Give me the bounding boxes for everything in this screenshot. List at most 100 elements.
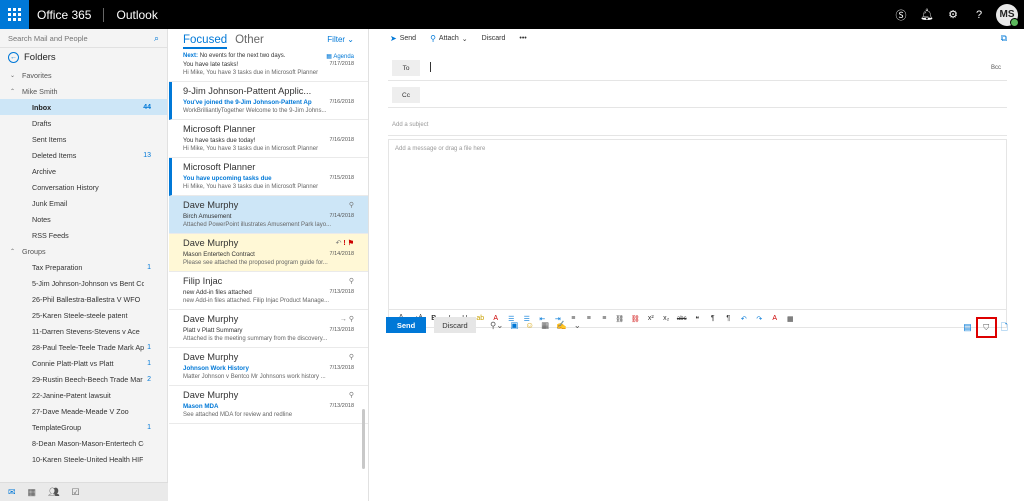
folder-item[interactable]: Notes bbox=[0, 211, 167, 227]
message-preview: Hi Mike, You have 3 tasks due in Microso… bbox=[183, 146, 319, 152]
scrollbar[interactable] bbox=[362, 409, 365, 469]
message-date: 7/17/2018 bbox=[329, 61, 354, 67]
folder-item[interactable]: RSS Feeds bbox=[0, 227, 167, 243]
agenda-next-label: Next: bbox=[183, 53, 199, 59]
discard-button[interactable]: Discard bbox=[434, 317, 476, 333]
attach-toolbar-button[interactable]: ⚲ Attach ⌄ bbox=[430, 34, 468, 43]
emoji-icon[interactable]: ☺ bbox=[525, 320, 534, 331]
message-item[interactable]: Microsoft Planner You have tasks due toda… bbox=[169, 120, 368, 158]
group-item[interactable]: 28-Paul Teele-Teele Trade Mark Ap 1 bbox=[0, 339, 167, 355]
gear-icon[interactable]: ⚙ bbox=[940, 8, 966, 21]
document-icon[interactable]: 🗋︎ bbox=[1001, 320, 1008, 336]
folder-item[interactable]: Sent Items bbox=[0, 131, 167, 147]
app-launcher-icon[interactable] bbox=[0, 0, 29, 29]
folder-item[interactable]: Conversation History bbox=[0, 179, 167, 195]
group-label: TemplateGroup bbox=[32, 422, 82, 432]
message-item[interactable]: Dave Murphy Johnson Work History 7/13/2018… bbox=[169, 348, 368, 386]
message-item[interactable]: Dave Murphy Mason Entertech Contract 7/14/… bbox=[169, 234, 368, 272]
group-item[interactable]: 10-Karen Steele-United Health HIF bbox=[0, 451, 167, 467]
message-item[interactable]: Microsoft Planner You have upcoming tasks… bbox=[169, 158, 368, 196]
send-toolbar-button[interactable]: ➤ Send bbox=[390, 34, 416, 43]
folder-item[interactable]: Drafts bbox=[0, 115, 167, 131]
message-subject: Platt v Platt Summary 7/13/2018 bbox=[183, 326, 354, 335]
group-item[interactable]: 8-Dean Mason-Mason-Entertech Contrac bbox=[0, 435, 167, 451]
message-item[interactable]: 9-Jim Johnson-Pattent Applic... You've jo… bbox=[169, 82, 368, 120]
send-button[interactable]: Send bbox=[386, 317, 426, 333]
attach-icon[interactable]: ⚲⌄ bbox=[490, 320, 503, 331]
group-item[interactable]: 29-Rustin Beech-Beech Trade Mar 2 bbox=[0, 371, 167, 387]
message-date: 7/13/2018 bbox=[329, 403, 354, 409]
tab-other[interactable]: Other bbox=[235, 34, 264, 49]
skype-icon[interactable]: Ⓢ bbox=[888, 7, 914, 23]
search-box[interactable]: ⌕ bbox=[0, 29, 167, 48]
group-label: 5-Jim Johnson-Johnson vs Bent Co bbox=[32, 278, 144, 288]
group-item[interactable]: Connie Platt-Platt vs Platt 1 bbox=[0, 355, 167, 371]
picture-icon[interactable]: ▣ bbox=[510, 320, 518, 331]
message-item[interactable]: You have late tasks! 7/17/2018 Hi Mike, Yo… bbox=[169, 60, 368, 82]
message-item[interactable]: Dave Murphy Mason MDA 7/13/2018 See attache… bbox=[169, 386, 368, 424]
people-icon[interactable]: 👥︎ bbox=[48, 487, 59, 498]
folder-item[interactable]: Archive bbox=[0, 163, 167, 179]
group-item[interactable]: 25-Karen Steele-steele patent bbox=[0, 307, 167, 323]
brand-label[interactable]: Office 365 bbox=[37, 7, 105, 22]
message-item[interactable]: Dave Murphy Birch Amusement 7/14/2018 Attac… bbox=[169, 196, 368, 234]
mail-icon[interactable]: ✉ bbox=[8, 487, 16, 498]
paperclip-icon: ⚲ bbox=[348, 354, 354, 361]
bcc-button[interactable]: Bcc bbox=[991, 65, 1001, 71]
search-icon[interactable]: ⌕ bbox=[154, 33, 159, 44]
agenda-peek[interactable]: Next: No events for the next two days. ▦… bbox=[169, 49, 368, 60]
popout-icon[interactable]: ⧉ bbox=[1001, 33, 1007, 44]
group-item[interactable]: Tax Preparation 1 bbox=[0, 259, 167, 275]
message-subject: new Add-in files attached 7/13/2018 bbox=[183, 288, 354, 297]
groups-toggle[interactable]: ⌃ Groups bbox=[0, 243, 167, 259]
message-body[interactable]: Add a message or drag a file here bbox=[388, 139, 1007, 310]
message-item[interactable]: Dave Murphy Platt v Platt Summary 7/13/201… bbox=[169, 310, 368, 348]
inbox-pivot: Focused Other Filter ⌄ bbox=[169, 29, 368, 49]
subject-text: Mason Entertech Contract bbox=[183, 251, 255, 258]
group-item[interactable]: 22-Janine-Patent lawsuit bbox=[0, 387, 167, 403]
chevron-down-icon: ⌄ bbox=[461, 35, 468, 43]
group-label: 25-Karen Steele-steele patent bbox=[32, 310, 128, 320]
folders-label: Folders bbox=[24, 52, 56, 63]
add-in-icon[interactable]: ▤ bbox=[963, 322, 972, 333]
shield-icon[interactable]: ⛉ bbox=[975, 317, 997, 338]
tasks-icon[interactable]: ☑ bbox=[72, 487, 80, 498]
group-item[interactable]: 26-Phil Ballestra-Ballestra V WFO bbox=[0, 291, 167, 307]
message-item[interactable]: Filip Injac new Add-in files attached 7/13… bbox=[169, 272, 368, 310]
account-label: Mike Smith bbox=[22, 86, 58, 96]
group-item[interactable]: TemplateGroup 1 bbox=[0, 419, 167, 435]
message-subject: Mason Entertech Contract 7/14/2018 bbox=[183, 250, 354, 259]
to-button[interactable]: To bbox=[392, 60, 420, 76]
calendar-insert-icon[interactable]: ▦ bbox=[541, 320, 549, 331]
to-field[interactable]: To Bcc bbox=[388, 57, 1007, 81]
message-icons: ⚲ bbox=[349, 353, 354, 361]
folder-item[interactable]: Deleted Items 13 bbox=[0, 147, 167, 163]
folders-header[interactable]: ← Folders bbox=[0, 48, 167, 67]
help-icon[interactable]: ? bbox=[966, 9, 992, 21]
favorites-toggle[interactable]: ⌄ Favorites bbox=[0, 67, 167, 83]
folder-item[interactable]: Inbox 44 bbox=[0, 99, 167, 115]
unread-count: 1 bbox=[147, 359, 151, 367]
group-item[interactable]: 11-Darren Stevens-Stevens v Ace bbox=[0, 323, 167, 339]
tab-focused[interactable]: Focused bbox=[183, 34, 228, 49]
calendar-icon[interactable]: ▦ bbox=[28, 487, 37, 498]
avatar[interactable]: MS bbox=[996, 3, 1019, 27]
signature-icon[interactable]: ✍ bbox=[556, 320, 567, 331]
bell-icon[interactable]: 🔔︎ bbox=[914, 8, 940, 21]
group-item[interactable]: 27-Dave Meade-Meade V Zoo bbox=[0, 403, 167, 419]
search-input[interactable] bbox=[8, 33, 128, 43]
subject-input[interactable]: Add a subject bbox=[388, 114, 1007, 136]
cc-field[interactable]: Cc bbox=[388, 84, 1007, 108]
chevron-down-icon[interactable]: ⌄ bbox=[574, 320, 581, 331]
back-arrow-icon[interactable]: ← bbox=[8, 52, 19, 63]
more-options-button[interactable]: ••• bbox=[519, 35, 526, 42]
account-toggle[interactable]: ⌃ Mike Smith bbox=[0, 83, 167, 99]
folder-item[interactable]: Junk Email bbox=[0, 195, 167, 211]
discard-toolbar-button[interactable]: Discard bbox=[482, 35, 506, 42]
cc-button[interactable]: Cc bbox=[392, 87, 420, 103]
group-item[interactable]: 5-Jim Johnson-Johnson vs Bent Co bbox=[0, 275, 167, 291]
app-name[interactable]: Outlook bbox=[116, 8, 157, 22]
flag-icon[interactable]: ⚑ bbox=[348, 240, 354, 247]
filter-button[interactable]: Filter ⌄ bbox=[327, 35, 354, 44]
message-preview: See attached MDA for review and redline bbox=[183, 412, 293, 418]
